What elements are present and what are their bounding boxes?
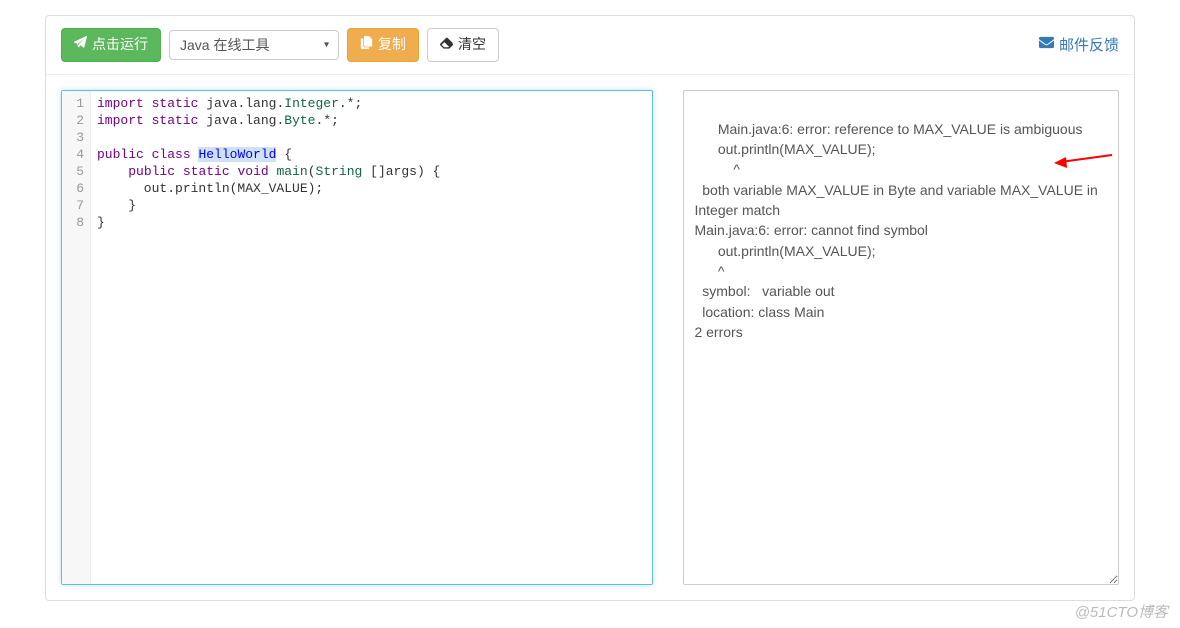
line-number: 5 [70,163,84,180]
clear-button-label: 清空 [458,35,486,55]
copy-icon [360,35,373,55]
code-line: } [97,214,646,231]
toolbar: 点击运行 Java 在线工具 ▾ 复制 清空 邮件反馈 [46,16,1134,75]
code-line: public static void main(String []args) { [97,163,646,180]
code-area[interactable]: import static java.lang.Integer.*;import… [91,91,652,584]
paper-plane-icon [74,35,87,55]
watermark: @51CTO博客 [1075,601,1168,622]
envelope-icon [1039,35,1054,54]
code-line: import static java.lang.Integer.*; [97,95,646,112]
content-row: 12345678 import static java.lang.Integer… [46,75,1134,600]
line-number: 8 [70,214,84,231]
code-editor[interactable]: 12345678 import static java.lang.Integer… [61,90,653,585]
output-text: Main.java:6: error: reference to MAX_VAL… [694,121,1101,340]
language-select-wrap: Java 在线工具 ▾ [169,30,339,60]
copy-button-label: 复制 [378,35,406,55]
resize-handle-icon [1105,571,1117,583]
output-panel[interactable]: Main.java:6: error: reference to MAX_VAL… [683,90,1119,585]
run-button-label: 点击运行 [92,35,148,55]
feedback-link[interactable]: 邮件反馈 [1039,34,1119,55]
code-line: import static java.lang.Byte.*; [97,112,646,129]
line-number: 2 [70,112,84,129]
feedback-link-label: 邮件反馈 [1059,34,1119,55]
code-line: out.println(MAX_VALUE); [97,180,646,197]
main-container: 点击运行 Java 在线工具 ▾ 复制 清空 邮件反馈 [45,15,1135,601]
line-gutter: 12345678 [62,91,91,584]
line-number: 6 [70,180,84,197]
code-line [97,129,646,146]
eraser-icon [440,35,453,55]
line-number: 3 [70,129,84,146]
line-number: 1 [70,95,84,112]
code-line: public class HelloWorld { [97,146,646,163]
line-number: 4 [70,146,84,163]
copy-button[interactable]: 复制 [347,28,419,62]
code-line: } [97,197,646,214]
run-button[interactable]: 点击运行 [61,28,161,62]
clear-button[interactable]: 清空 [427,28,499,62]
language-select[interactable]: Java 在线工具 [169,30,339,60]
line-number: 7 [70,197,84,214]
